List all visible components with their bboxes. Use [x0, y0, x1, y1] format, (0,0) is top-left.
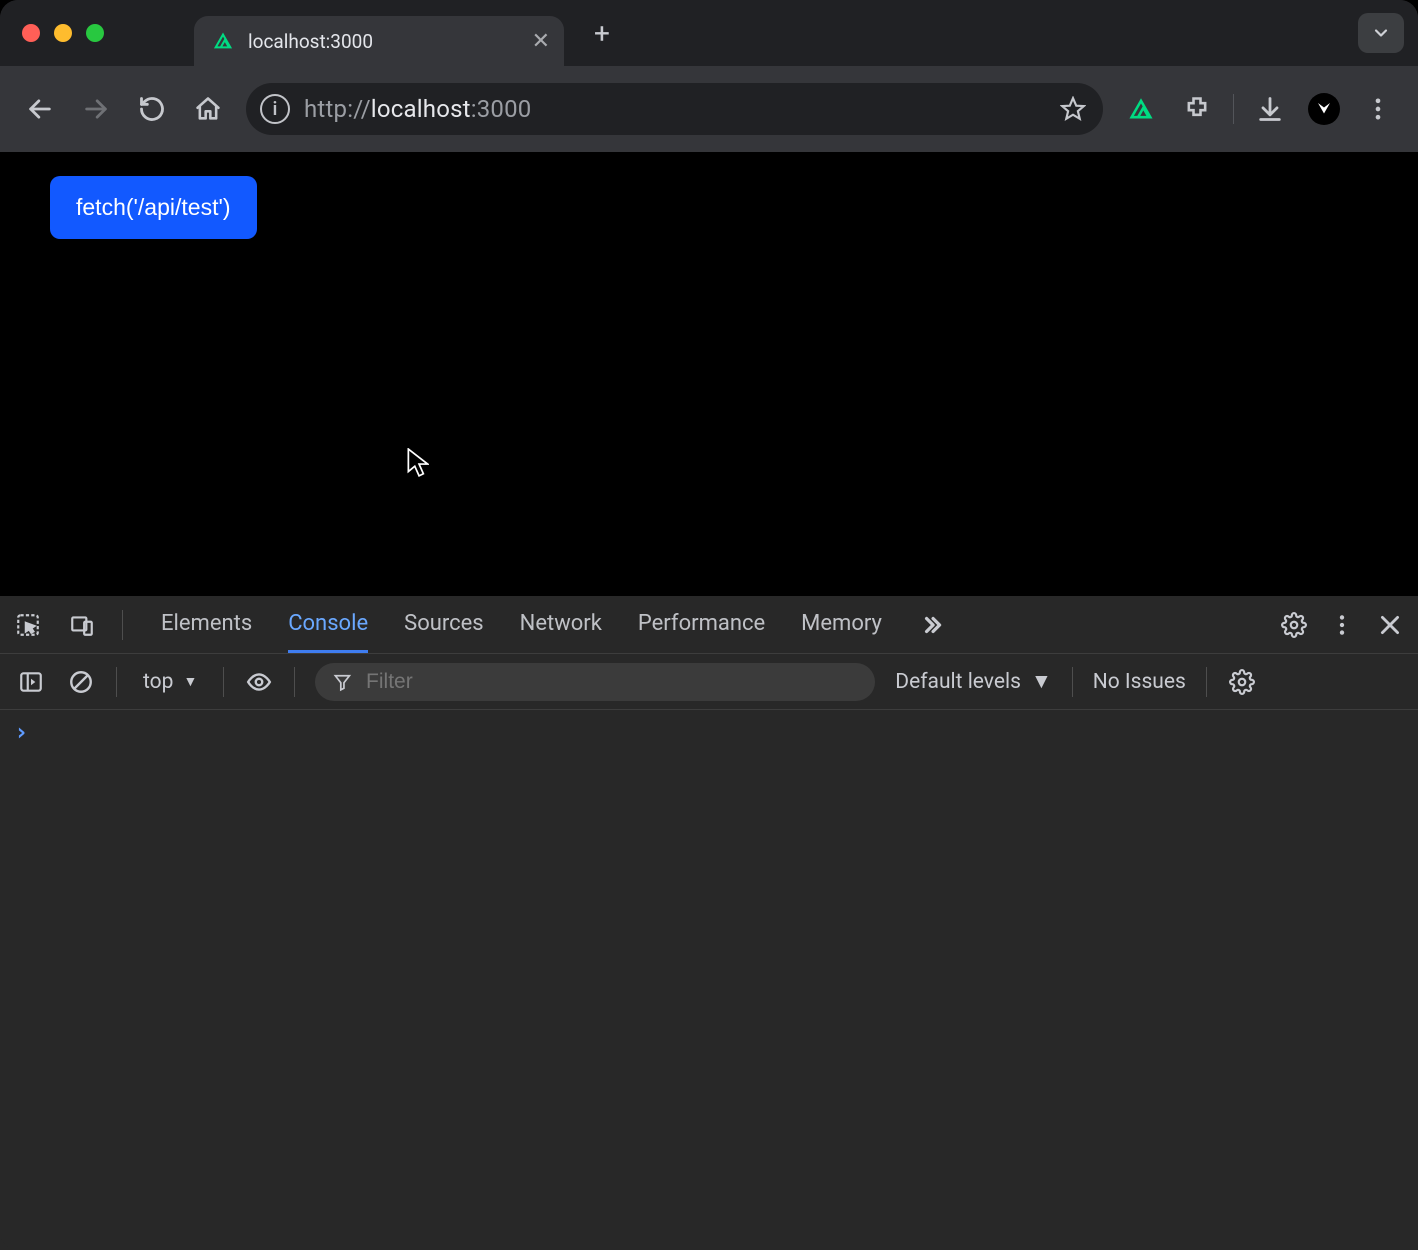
- home-button[interactable]: [190, 91, 226, 127]
- nuxt-devtools-icon[interactable]: [1123, 91, 1159, 127]
- close-window-button[interactable]: [22, 24, 40, 42]
- console-prompt: ›: [14, 718, 28, 746]
- device-toggle-icon[interactable]: [68, 611, 96, 639]
- separator: [122, 610, 123, 640]
- forward-button[interactable]: [78, 91, 114, 127]
- toggle-sidebar-icon[interactable]: [16, 667, 46, 697]
- chevron-down-icon: ▼: [183, 673, 197, 690]
- devtools-tabs: Elements Console Sources Network Perform…: [161, 597, 882, 652]
- back-button[interactable]: [22, 91, 58, 127]
- inspect-element-icon[interactable]: [14, 611, 42, 639]
- nuxt-icon: [212, 30, 234, 52]
- tab-title: localhost:3000: [248, 30, 518, 53]
- devtools-panel: Elements Console Sources Network Perform…: [0, 596, 1418, 1250]
- issues-label[interactable]: No Issues: [1093, 670, 1186, 694]
- browser-tab[interactable]: localhost:3000 ✕: [194, 16, 564, 66]
- extensions-icon[interactable]: [1179, 91, 1215, 127]
- separator: [223, 667, 224, 697]
- console-toolbar: top ▼ Default levels ▼ No Issues: [0, 654, 1418, 710]
- cursor-icon: [407, 448, 429, 478]
- close-tab-icon[interactable]: ✕: [532, 29, 550, 54]
- url-text: http://localhost:3000: [304, 95, 531, 123]
- tab-memory[interactable]: Memory: [801, 597, 882, 653]
- reload-button[interactable]: [134, 91, 170, 127]
- menu-icon[interactable]: [1360, 91, 1396, 127]
- address-bar[interactable]: i http://localhost:3000: [246, 83, 1103, 135]
- close-devtools-icon[interactable]: [1376, 611, 1404, 639]
- bookmark-star-icon[interactable]: [1049, 89, 1097, 129]
- kebab-icon[interactable]: [1328, 611, 1356, 639]
- separator: [116, 667, 117, 697]
- tab-overflow-button[interactable]: [1358, 13, 1404, 53]
- context-label: top: [143, 670, 173, 694]
- filter-icon: [333, 672, 352, 692]
- tab-console[interactable]: Console: [288, 597, 368, 653]
- profile-avatar[interactable]: [1308, 93, 1340, 125]
- tab-network[interactable]: Network: [520, 597, 602, 653]
- fullscreen-window-button[interactable]: [86, 24, 104, 42]
- site-info-icon[interactable]: i: [260, 94, 290, 124]
- gear-icon[interactable]: [1280, 611, 1308, 639]
- clear-console-icon[interactable]: [66, 667, 96, 697]
- more-tabs-icon[interactable]: [918, 611, 946, 639]
- new-tab-button[interactable]: +: [582, 17, 622, 50]
- downloads-icon[interactable]: [1252, 91, 1288, 127]
- filter-box[interactable]: [315, 663, 875, 701]
- browser-toolbar: i http://localhost:3000: [0, 66, 1418, 152]
- levels-label: Default levels: [895, 670, 1021, 694]
- devtools-tabbar: Elements Console Sources Network Perform…: [0, 596, 1418, 654]
- log-levels-dropdown[interactable]: Default levels ▼: [895, 670, 1051, 694]
- separator: [1233, 94, 1234, 124]
- console-output[interactable]: ›: [0, 710, 1418, 1250]
- tab-performance[interactable]: Performance: [638, 597, 765, 653]
- minimize-window-button[interactable]: [54, 24, 72, 42]
- live-expression-icon[interactable]: [244, 667, 274, 697]
- tab-elements[interactable]: Elements: [161, 597, 252, 653]
- execution-context-dropdown[interactable]: top ▼: [137, 670, 203, 694]
- fetch-button[interactable]: fetch('/api/test'): [50, 176, 257, 239]
- window-titlebar: localhost:3000 ✕ +: [0, 0, 1418, 66]
- window-controls: [22, 24, 104, 42]
- chevron-down-icon: ▼: [1031, 670, 1052, 694]
- page-viewport: fetch('/api/test'): [0, 152, 1418, 596]
- console-settings-icon[interactable]: [1227, 667, 1257, 697]
- tab-sources[interactable]: Sources: [404, 597, 484, 653]
- separator: [294, 667, 295, 697]
- separator: [1206, 667, 1207, 697]
- separator: [1072, 667, 1073, 697]
- filter-input[interactable]: [366, 670, 857, 694]
